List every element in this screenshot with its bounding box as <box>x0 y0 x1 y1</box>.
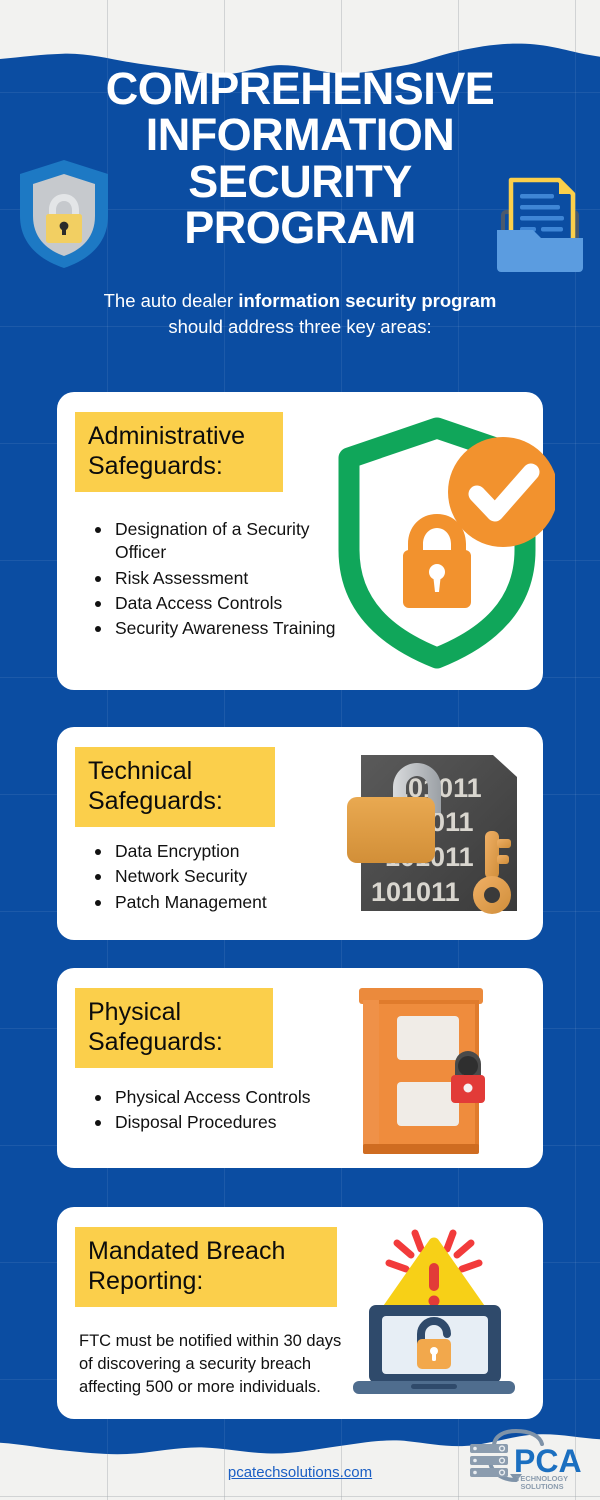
header: COMPREHENSIVE INFORMATION SECURITY PROGR… <box>0 0 600 360</box>
list-item: Risk Assessment <box>89 567 349 590</box>
laptop-alert-unlocked-icon <box>353 1229 515 1394</box>
card-1-bullet-list: Designation of a Security Officer Risk A… <box>89 518 349 642</box>
pca-technology-solutions-logo: PCA TECHNOLOGY SOLUTIONS <box>470 1428 582 1491</box>
list-item: Security Awareness Training <box>89 617 349 640</box>
card-physical-safeguards: Physical Safeguards: Physical Access Con… <box>57 968 543 1168</box>
subtitle-emphasis: information security program <box>238 290 497 311</box>
door-padlock-icon <box>451 1051 485 1103</box>
infographic-poster: COMPREHENSIVE INFORMATION SECURITY PROGR… <box>0 0 600 1500</box>
card-3-heading: Physical Safeguards: <box>75 988 273 1068</box>
card-3-bullet-list: Physical Access Controls Disposal Proced… <box>89 1086 389 1137</box>
list-item: Data Access Controls <box>89 592 349 615</box>
shield-lock-icon <box>20 160 108 268</box>
card-1-heading: Administrative Safeguards: <box>75 412 283 492</box>
title-line-1: COMPREHENSIVE <box>105 63 495 114</box>
card-mandated-breach-reporting: Mandated Breach Reporting: FTC must be n… <box>57 1207 543 1419</box>
padlock-binary-key-icon: 101011 1011 101011 101011 <box>347 755 517 914</box>
subtitle-part-1: The auto dealer <box>103 290 239 311</box>
card-4-body-text: FTC must be notified within 30 days of d… <box>79 1332 342 1396</box>
page-title: COMPREHENSIVE INFORMATION SECURITY PROGR… <box>58 63 542 254</box>
binary-row-4: 101011 <box>371 877 460 907</box>
list-item: Physical Access Controls <box>89 1086 389 1109</box>
title-line-3: SECURITY <box>188 155 412 207</box>
card-administrative-safeguards: Administrative Safeguards: Designation o… <box>57 392 555 690</box>
list-item: Disposal Procedures <box>89 1111 389 1134</box>
card-4-heading: Mandated Breach Reporting: <box>75 1227 337 1307</box>
pca-logo-tagline-2: SOLUTIONS <box>520 1482 563 1491</box>
title-line-4: PROGRAM <box>184 202 416 254</box>
locked-door-icon <box>359 988 485 1154</box>
card-2-heading: Technical Safeguards: <box>75 747 275 827</box>
card-technical-safeguards: Technical Safeguards: Data Encryption Ne… <box>57 727 543 940</box>
list-item: Designation of a Security Officer <box>89 518 349 565</box>
server-stack-icon <box>470 1444 508 1477</box>
title-line-2: INFORMATION <box>145 109 455 161</box>
subtitle-part-2: should address three key areas: <box>168 316 432 338</box>
subtitle: The auto dealer information security pro… <box>75 288 525 341</box>
folder-document-icon <box>497 177 583 272</box>
green-shield-lock-check-icon <box>338 417 555 669</box>
